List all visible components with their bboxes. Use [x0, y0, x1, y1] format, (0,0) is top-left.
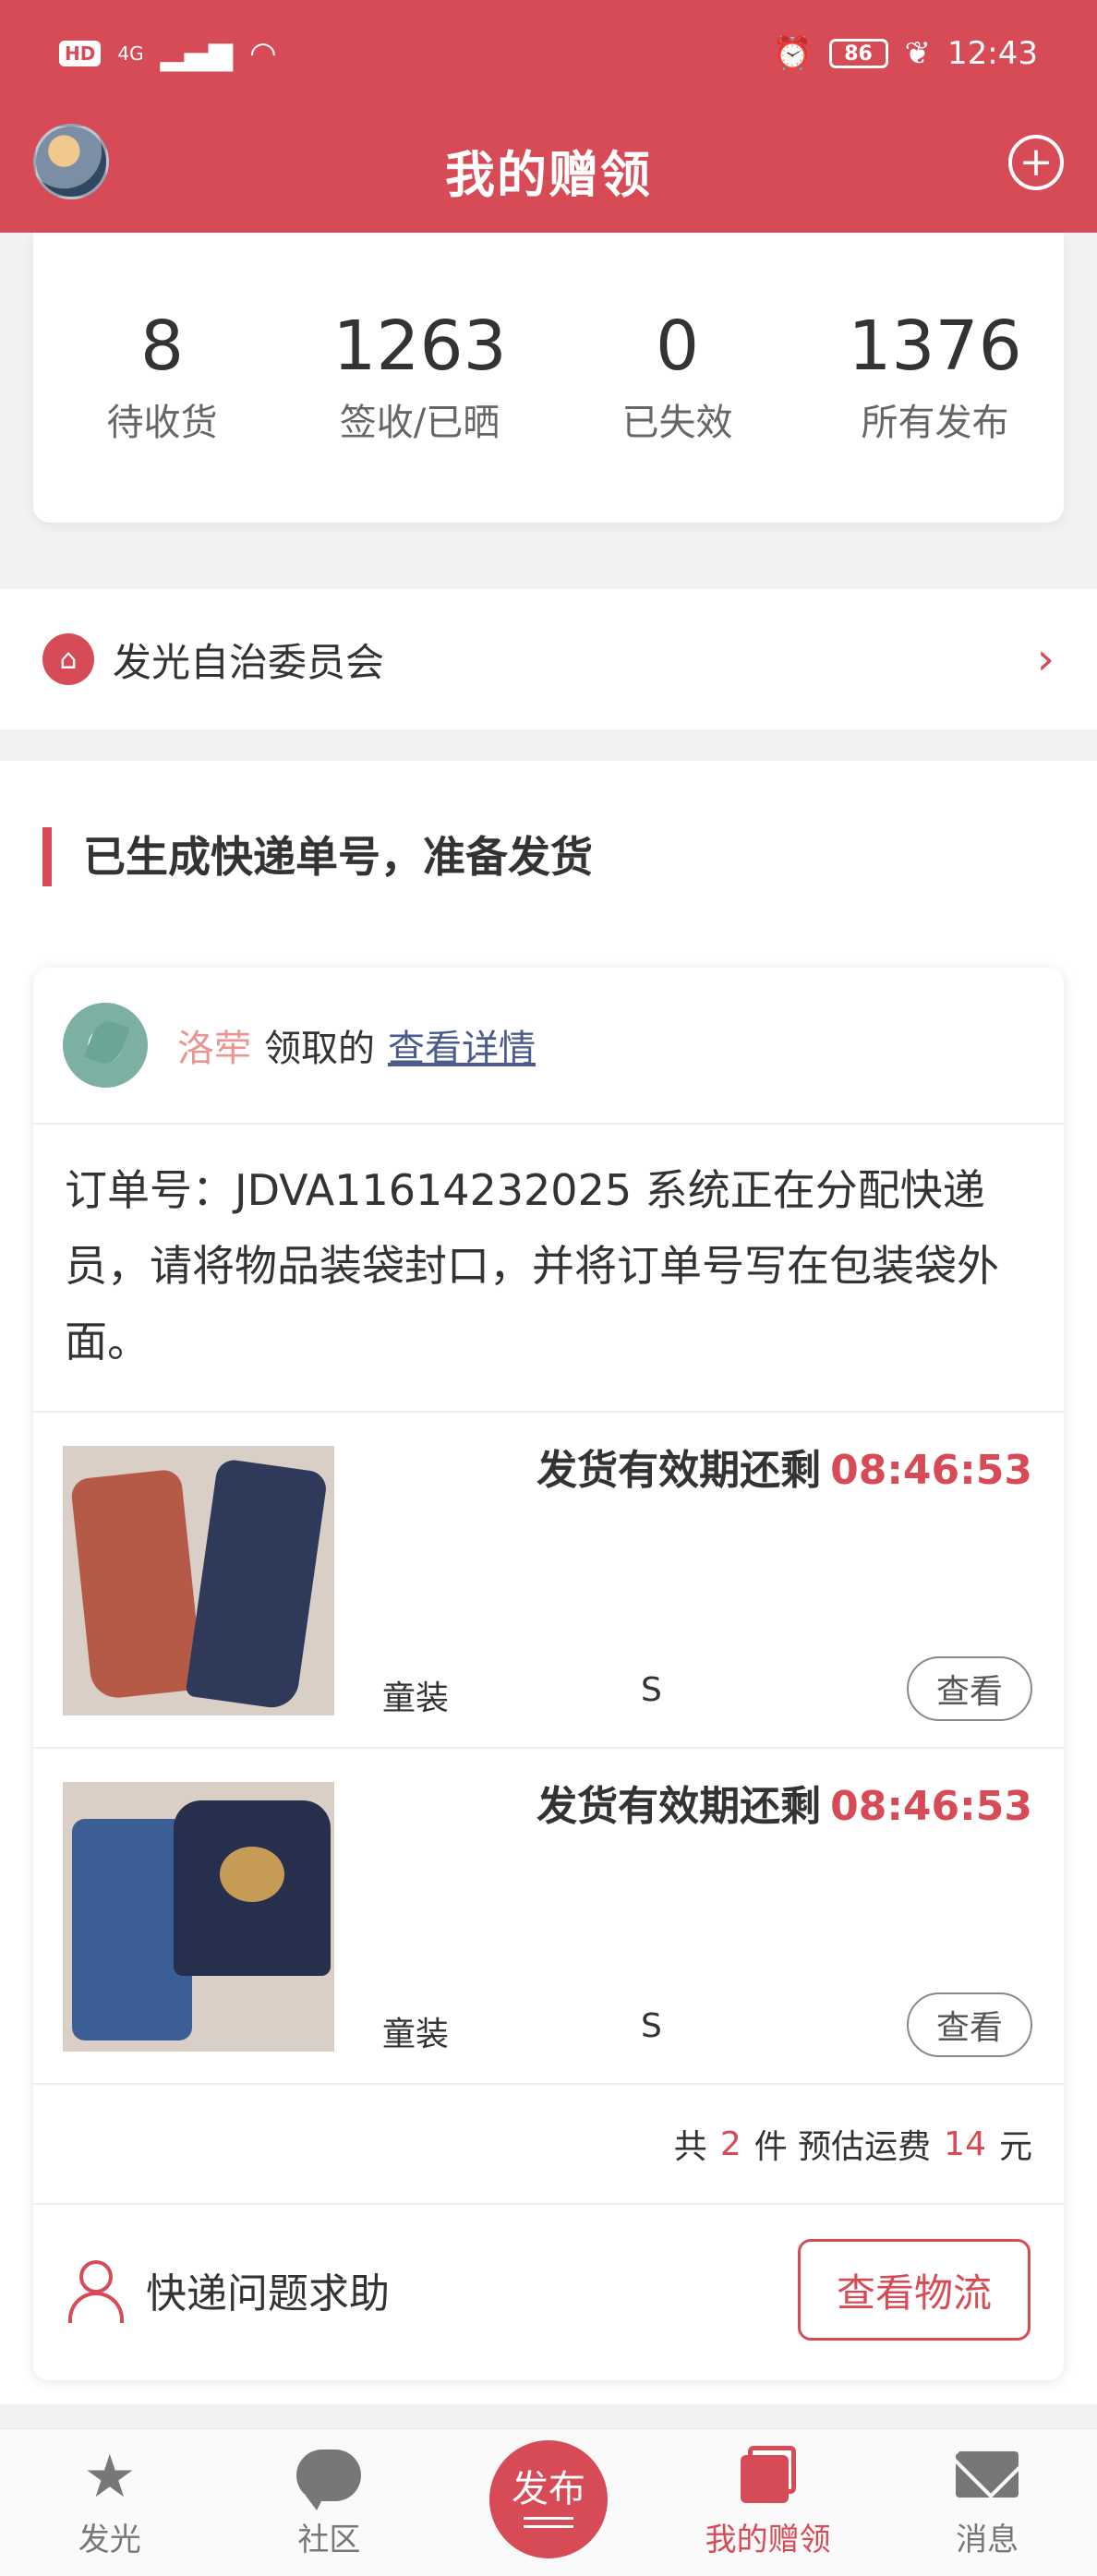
books-icon [740, 2446, 796, 2503]
tab-messages[interactable]: 消息 [877, 2429, 1097, 2576]
countdown-label: 发货有效期还剩 [536, 1783, 822, 1830]
item-photo[interactable] [63, 1446, 334, 1715]
stat-value: 1376 [848, 307, 1022, 387]
chat-bubble-icon [296, 2450, 362, 2510]
status-right: ⏰ 86 ❦ 12:43 [773, 35, 1038, 72]
stat-label: 签收/已晒 [339, 401, 500, 444]
page-title: 我的赠领 [445, 145, 652, 204]
view-item-button[interactable]: 查看 [907, 1992, 1032, 2057]
community-row[interactable]: ⌂ 发光自治委员会 › [0, 589, 1097, 729]
person-icon [66, 2260, 124, 2323]
stat-value: 0 [655, 307, 700, 387]
stat-value: 8 [139, 307, 185, 387]
stat-expired[interactable]: 0 已失效 [558, 307, 798, 445]
stat-all[interactable]: 1376 所有发布 [815, 307, 1055, 445]
publish-label: 发布 [511, 2468, 585, 2510]
track-shipment-button[interactable]: 查看物流 [798, 2239, 1031, 2341]
battery-icon: 86 [828, 39, 888, 68]
countdown-time: 08:46:53 [830, 1783, 1032, 1830]
item-photo[interactable] [63, 1782, 334, 2052]
publish-icon [523, 2517, 573, 2528]
tab-label: 发光 [78, 2522, 141, 2558]
clock: 12:43 [947, 35, 1038, 72]
bottom-tab-bar: ★ 发光 社区 发布 我的赠领 消息 [0, 2428, 1097, 2576]
wifi-icon: ◠ [249, 35, 277, 72]
tab-faguang[interactable]: ★ 发光 [0, 2429, 220, 2576]
giver-name[interactable]: 洛荦 [177, 1018, 251, 1072]
giver-text: 领取的 [264, 1028, 375, 1070]
view-item-button[interactable]: 查看 [907, 1656, 1032, 1721]
countdown-label: 发货有效期还剩 [536, 1447, 822, 1494]
help-row: 快递问题求助 查看物流 [33, 2205, 1064, 2375]
user-avatar[interactable] [33, 124, 109, 199]
summary-suffix: 元 [998, 2128, 1032, 2166]
item-size: S [641, 2007, 662, 2045]
tab-label: 社区 [297, 2522, 361, 2558]
shipping-fee: 14 [944, 2125, 986, 2163]
network-type: 4G [117, 42, 144, 65]
stat-label: 所有发布 [861, 401, 1009, 444]
app-header: HD 4G ▂▄▆ ◠ ⏰ 86 ❦ 12:43 我的赠领 + [0, 0, 1097, 233]
alarm-icon: ⏰ [773, 35, 813, 72]
order-description: 订单号：JDVA11614232025 系统正在分配快递员，请将物品装袋封口，并… [33, 1125, 1064, 1413]
tab-label: 消息 [956, 2522, 1019, 2558]
status-bar: HD 4G ▂▄▆ ◠ ⏰ 86 ❦ 12:43 [0, 0, 1097, 107]
stats-card: 8 待收货 1263 签收/已晒 0 已失效 1376 所有发布 [33, 233, 1064, 523]
add-button[interactable]: + [1008, 135, 1064, 190]
order-item: 发货有效期还剩 08:46:53 童装 S 查看 [33, 1749, 1064, 2085]
nav-bar: 我的赠领 + [0, 107, 1097, 233]
tab-community[interactable]: 社区 [220, 2429, 440, 2576]
view-detail-link[interactable]: 查看详情 [388, 1018, 536, 1072]
ship-countdown: 发货有效期还剩 08:46:53 [536, 1773, 1032, 1832]
battery-level: 86 [844, 42, 873, 66]
committee-icon: ⌂ [42, 633, 94, 685]
item-size: S [641, 1671, 662, 1709]
stat-label: 已失效 [621, 401, 733, 444]
order-card: 洛荦 领取的 查看详情 订单号：JDVA11614232025 系统正在分配快递… [33, 968, 1064, 2380]
orders-section: 已生成快递单号，准备发货 洛荦 领取的 查看详情 订单号：JDVA1161423… [0, 761, 1097, 2404]
order-card-header: 洛荦 领取的 查看详情 [33, 968, 1064, 1125]
tab-publish[interactable]: 发布 [439, 2429, 658, 2576]
tab-label: 我的赠领 [705, 2522, 831, 2558]
item-category: 童装 [382, 2016, 450, 2053]
community-label: 发光自治委员会 [113, 639, 385, 685]
countdown-time: 08:46:53 [830, 1447, 1032, 1494]
leaf-icon: ❦ [904, 35, 932, 72]
ship-countdown: 发货有效期还剩 08:46:53 [536, 1437, 1032, 1496]
chevron-right-icon: › [1036, 633, 1055, 685]
summary-middle: 件 预估运费 [753, 2128, 932, 2166]
item-category: 童装 [382, 1679, 450, 1717]
item-count: 2 [719, 2125, 741, 2163]
envelope-icon [956, 2451, 1019, 2498]
star-icon: ★ [83, 2443, 137, 2511]
stat-label: 待收货 [106, 401, 218, 444]
photo-shape [69, 1468, 204, 1701]
shipping-help-link[interactable]: 快递问题求助 [146, 2260, 798, 2319]
order-summary: 共 2 件 预估运费 14 元 [33, 2085, 1064, 2205]
stat-received[interactable]: 1263 签收/已晒 [300, 307, 540, 445]
plus-icon: + [1019, 138, 1054, 186]
photo-shape [185, 1457, 329, 1712]
photo-shape [220, 1847, 284, 1902]
publish-button[interactable]: 发布 [488, 2440, 608, 2558]
status-left: HD 4G ▂▄▆ ◠ [59, 35, 277, 72]
stat-value: 1263 [332, 307, 507, 387]
order-item: 发货有效期还剩 08:46:53 童装 S 查看 [33, 1413, 1064, 1749]
signal-icon: ▂▄▆ [160, 35, 234, 72]
hd-badge: HD [59, 41, 102, 66]
section-title: 已生成快递单号，准备发货 [42, 827, 593, 886]
stat-pending[interactable]: 8 待收货 [42, 307, 283, 445]
tab-my-gifts[interactable]: 我的赠领 [658, 2429, 878, 2576]
summary-prefix: 共 [673, 2128, 707, 2166]
giver-avatar[interactable] [63, 1003, 148, 1088]
